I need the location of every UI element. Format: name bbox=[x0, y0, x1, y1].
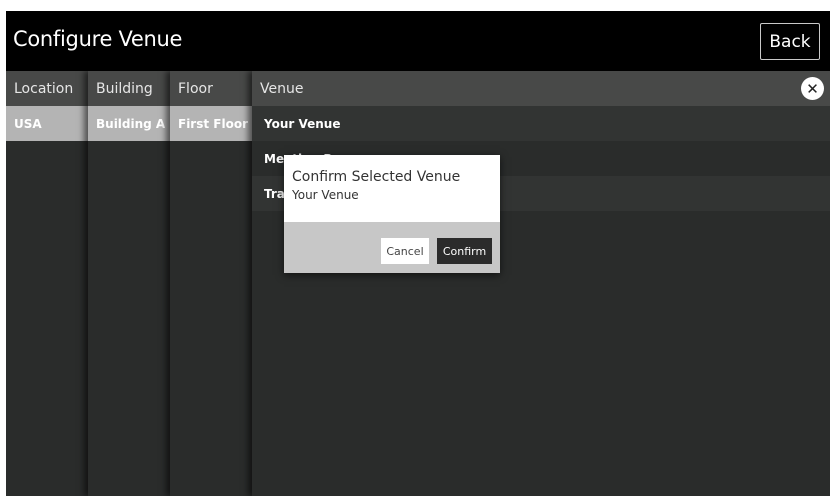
floor-item-first[interactable]: First Floor bbox=[170, 106, 252, 141]
floor-column: Floor First Floor bbox=[170, 71, 252, 496]
confirm-button[interactable]: Confirm bbox=[437, 238, 492, 264]
venue-item-your-venue[interactable]: Your Venue bbox=[252, 106, 830, 141]
back-button[interactable]: Back bbox=[760, 23, 820, 60]
confirm-venue-dialog: Confirm Selected Venue Your Venue Cancel… bbox=[284, 155, 500, 273]
location-column: Location USA bbox=[6, 71, 88, 496]
header-bar: Configure Venue Back bbox=[6, 11, 830, 71]
building-column-header: Building bbox=[88, 71, 170, 106]
app-window: Configure Venue Back Location USA Buildi… bbox=[6, 11, 830, 496]
dialog-selected-venue: Your Venue bbox=[292, 188, 359, 202]
close-icon[interactable]: ✕ bbox=[801, 77, 824, 100]
dialog-body: Confirm Selected Venue Your Venue bbox=[284, 155, 500, 222]
venue-column: Venue ✕ Your Venue Meeting Room Training… bbox=[252, 71, 830, 496]
cancel-button[interactable]: Cancel bbox=[381, 238, 429, 264]
page-title: Configure Venue bbox=[13, 27, 183, 51]
venue-column-header: Venue bbox=[252, 71, 830, 106]
dialog-footer: Cancel Confirm bbox=[284, 222, 500, 273]
dialog-title: Confirm Selected Venue bbox=[292, 169, 461, 185]
floor-column-header: Floor bbox=[170, 71, 252, 106]
building-column: Building Building A bbox=[88, 71, 170, 496]
building-item-a[interactable]: Building A bbox=[88, 106, 170, 141]
location-item-usa[interactable]: USA bbox=[6, 106, 88, 141]
location-column-header: Location bbox=[6, 71, 88, 106]
